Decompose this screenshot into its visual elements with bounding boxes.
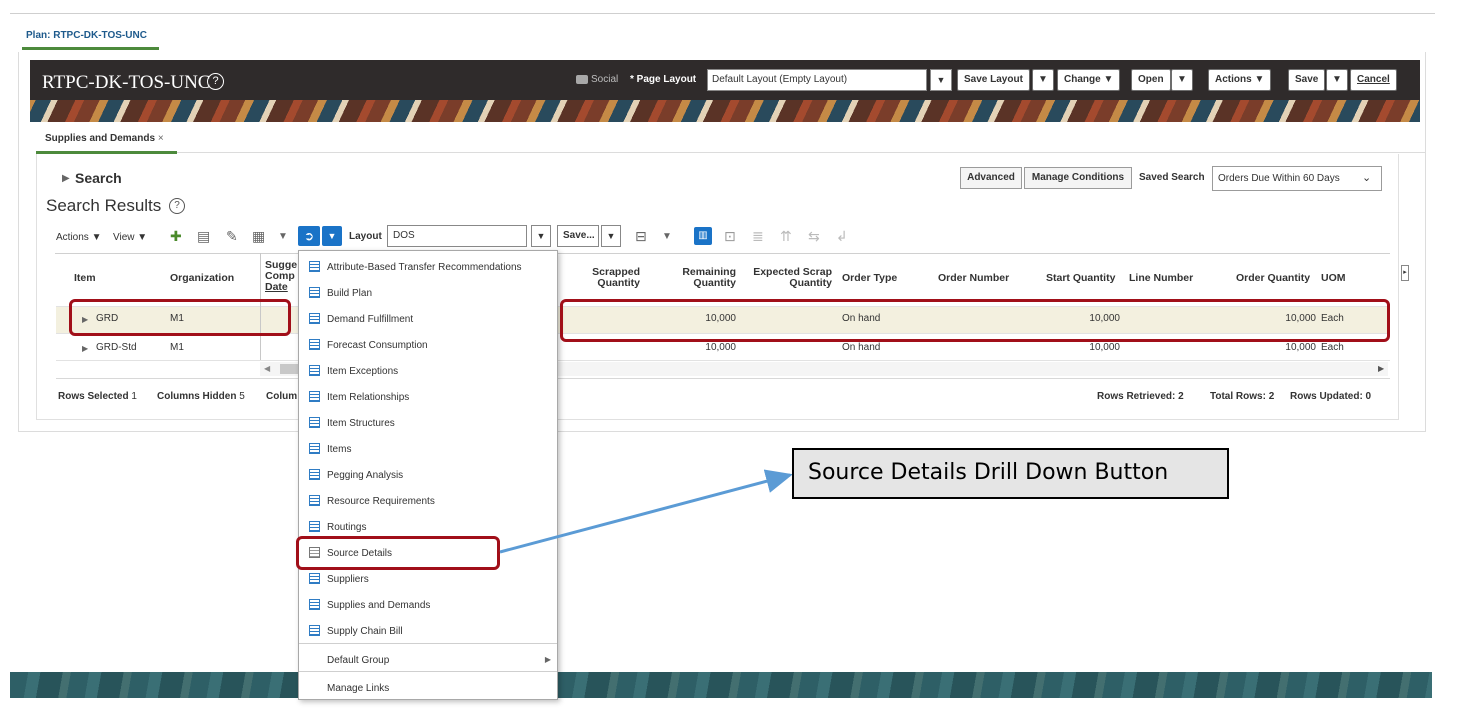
- annotation-callout: Source Details Drill Down Button: [792, 448, 1229, 499]
- annotation-arrow: [499, 469, 793, 554]
